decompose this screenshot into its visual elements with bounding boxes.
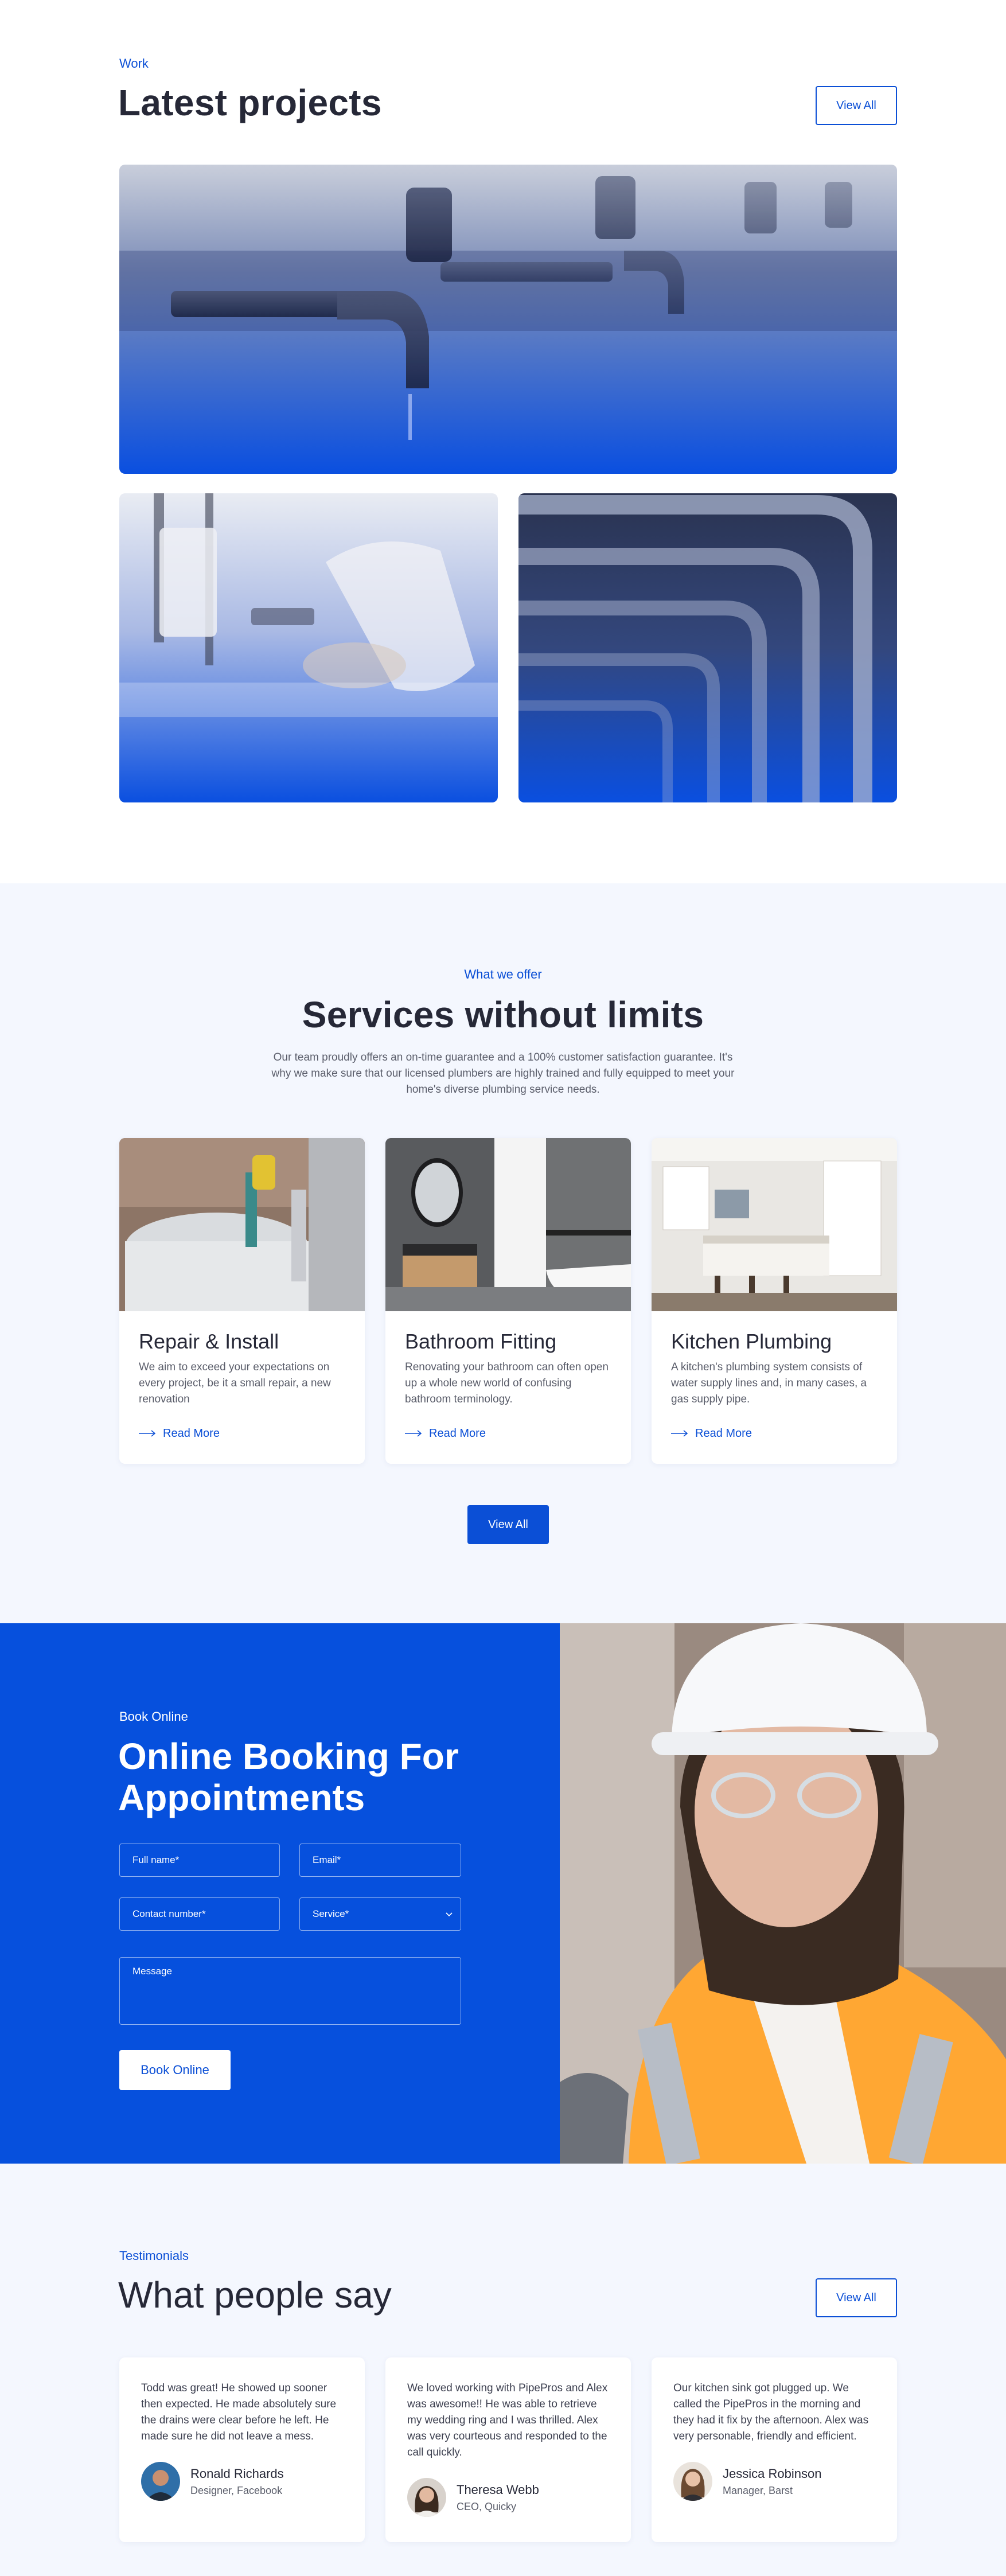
arrow-right-icon — [671, 1427, 688, 1440]
service-select-label: Service* — [313, 1908, 349, 1919]
booking-title-line-2: Appointments — [118, 1777, 365, 1818]
testimonial-role: Manager, Barst — [723, 2485, 793, 2496]
testimonials-section: Testimonials What people say View All To… — [0, 2164, 1006, 2576]
projects-section: Work Latest projects View All — [0, 0, 1006, 883]
booking-title-line-1: Online Booking For — [118, 1736, 459, 1777]
projects-title: Latest projects — [118, 82, 382, 123]
message-textarea[interactable]: Message — [119, 1957, 461, 2025]
services-title: Services without limits — [302, 994, 704, 1035]
testimonial-text: Todd was great! He showed up sooner then… — [141, 2382, 337, 2442]
booking-eyebrow: Book Online — [119, 1709, 188, 1724]
testimonials-view-all-button[interactable]: View All — [816, 2278, 897, 2317]
full-name-field[interactable]: Full name* — [119, 1844, 280, 1877]
services-eyebrow: What we offer — [464, 967, 542, 981]
faucets-illustration — [119, 165, 897, 474]
services-lead: Our team proudly offers an on-time guara… — [0, 1050, 1006, 1098]
service-card-title: Bathroom Fitting — [405, 1330, 557, 1353]
filter-installation-illustration — [119, 493, 498, 802]
book-online-button[interactable]: Book Online — [119, 2050, 231, 2090]
read-more-link[interactable]: Read More — [405, 1427, 486, 1440]
worker-photo — [560, 1623, 1006, 2164]
read-more-label: Read More — [695, 1427, 752, 1440]
testimonial-text: We loved working with PipePros and Alex … — [407, 2382, 608, 2458]
project-image-filter[interactable] — [119, 493, 498, 802]
read-more-label: Read More — [429, 1427, 486, 1440]
contact-number-field[interactable]: Contact number* — [119, 1897, 280, 1931]
service-select[interactable]: Service* — [299, 1897, 461, 1931]
services-lead-line-1: Our team proudly offers an on-time guara… — [273, 1051, 733, 1063]
testimonial-role: Designer, Facebook — [190, 2485, 283, 2496]
testimonial-role: CEO, Quicky — [457, 2501, 517, 2512]
projects-view-all-button[interactable]: View All — [816, 86, 897, 125]
read-more-label: Read More — [163, 1427, 220, 1440]
service-card-title: Repair & Install — [139, 1330, 279, 1353]
read-more-link[interactable]: Read More — [139, 1427, 220, 1440]
kitchen-illustration — [652, 1138, 897, 1311]
testimonial-name: Ronald Richards — [190, 2466, 284, 2481]
testimonial-card: Our kitchen sink got plugged up. We call… — [652, 2357, 897, 2542]
service-card-kitchen[interactable]: Kitchen Plumbing A kitchen's plumbing sy… — [652, 1138, 897, 1464]
booking-section: Book Online Online Booking For Appointme… — [0, 1623, 1006, 2164]
testimonial-text: Our kitchen sink got plugged up. We call… — [673, 2382, 869, 2442]
projects-eyebrow: Work — [119, 56, 149, 71]
services-lead-line-2: why we make sure that our licensed plumb… — [271, 1067, 735, 1079]
testimonials-title: What people say — [118, 2274, 392, 2316]
service-card-text: We aim to exceed your expectations on ev… — [139, 1361, 331, 1405]
testimonial-name: Theresa Webb — [457, 2483, 539, 2497]
project-image-pipes[interactable] — [518, 493, 897, 802]
services-lead-line-3: home's diverse plumbing service needs. — [406, 1084, 600, 1096]
avatar — [407, 2478, 446, 2517]
service-card-title: Kitchen Plumbing — [671, 1330, 832, 1353]
avatar — [673, 2462, 712, 2501]
booking-title: Online Booking For Appointments — [118, 1736, 459, 1818]
service-card-text: Renovating your bathroom can often open … — [405, 1361, 609, 1405]
arrow-right-icon — [405, 1427, 422, 1440]
testimonial-name: Jessica Robinson — [723, 2466, 822, 2481]
service-card-repair[interactable]: Repair & Install We aim to exceed your e… — [119, 1138, 365, 1464]
chevron-down-icon — [446, 1908, 453, 1920]
testimonial-card: Todd was great! He showed up sooner then… — [119, 2357, 365, 2542]
testimonial-card: We loved working with PipePros and Alex … — [385, 2357, 631, 2542]
service-card-text: A kitchen's plumbing system consists of … — [671, 1361, 867, 1405]
arrow-right-icon — [139, 1427, 156, 1440]
avatar — [141, 2462, 180, 2501]
pipes-illustration — [518, 493, 897, 802]
kitchen-image — [652, 1138, 897, 1311]
water-heater-illustration — [119, 1138, 365, 1311]
read-more-link[interactable]: Read More — [671, 1427, 752, 1440]
bathroom-image — [385, 1138, 631, 1311]
services-section: What we offer Services without limits Ou… — [0, 883, 1006, 1623]
email-field[interactable]: Email* — [299, 1844, 461, 1877]
repair-image — [119, 1138, 365, 1311]
services-view-all-button[interactable]: View All — [467, 1505, 549, 1544]
service-card-bathroom[interactable]: Bathroom Fitting Renovating your bathroo… — [385, 1138, 631, 1464]
construction-worker-illustration — [560, 1623, 1006, 2164]
bathroom-illustration — [385, 1138, 631, 1311]
project-image-faucets[interactable] — [119, 165, 897, 474]
testimonials-eyebrow: Testimonials — [119, 2248, 189, 2263]
